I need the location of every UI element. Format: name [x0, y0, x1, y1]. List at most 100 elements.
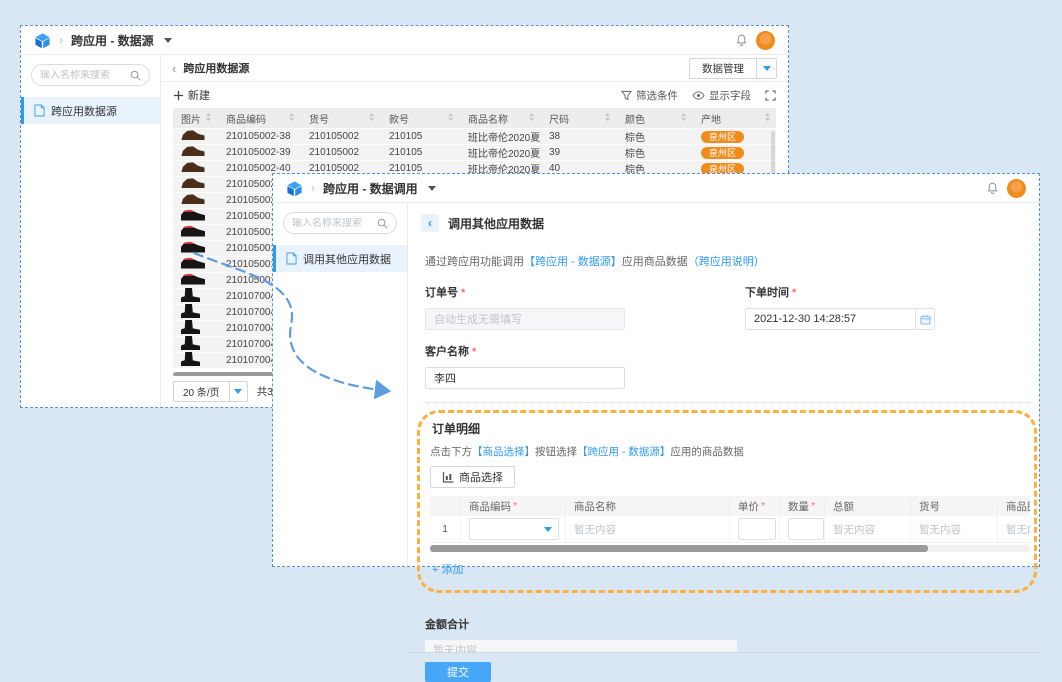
plus-icon [173, 90, 184, 101]
article-no-cell: 210105002 [301, 131, 381, 142]
article-no-cell: 210105002 [301, 147, 381, 158]
app-logo-icon [34, 32, 51, 49]
sort-icon[interactable] [368, 112, 375, 125]
table-row[interactable]: 210105002-39 210105002 210105 班比帝伦2020夏季… [173, 145, 776, 161]
app-logo-icon [286, 180, 303, 197]
required-asterisk: * [513, 500, 517, 512]
column-header[interactable]: 商品编码 [218, 111, 301, 126]
order-no-input: 自动生成无需填写 [425, 308, 625, 330]
order-time-input[interactable]: 2021-12-30 14:28:57 [745, 308, 916, 330]
detail-column-header: 商品名称* [566, 499, 730, 514]
origin-badge: 泉州区 [701, 131, 744, 143]
caret-down-icon [763, 66, 771, 71]
product-select-button[interactable]: 商品选择 [430, 466, 515, 488]
date-picker-button[interactable] [916, 308, 935, 330]
product-image-cell [173, 288, 218, 305]
title-dropdown-caret[interactable] [164, 38, 172, 43]
back-icon[interactable]: ‹ [172, 61, 176, 76]
notification-bell-icon[interactable] [986, 181, 999, 195]
shoe-image [181, 304, 200, 318]
unit-price-input[interactable] [738, 518, 776, 540]
table-row[interactable]: 210105002-38 210105002 210105 班比帝伦2020夏季… [173, 129, 776, 145]
order-time-field: 下单时间* 2021-12-30 14:28:57 [745, 284, 935, 330]
order-no-field: 订单号* 自动生成无需填写 [425, 284, 625, 330]
filter-button[interactable]: 筛选条件 [621, 88, 678, 103]
display-fields-button[interactable]: 显示字段 [692, 88, 751, 103]
cross-app-help-link[interactable]: （跨应用说明） [688, 256, 765, 268]
sidebar-item-call-data[interactable]: 调用其他应用数据 [273, 245, 407, 272]
page-header: ‹ 调用其他应用数据 [408, 203, 1039, 232]
product-code-select[interactable] [469, 518, 559, 540]
detail-horizontal-scrollbar[interactable] [430, 545, 1030, 552]
sort-icon[interactable] [288, 112, 295, 125]
fullscreen-button[interactable] [765, 90, 776, 101]
shoe-image [181, 210, 205, 221]
product-image-cell [173, 162, 218, 176]
sidebar: 跨应用数据源 [21, 55, 161, 407]
sidebar-search[interactable] [31, 64, 150, 86]
size-cell: 39 [541, 147, 617, 158]
detail-column-header: 数量* [780, 499, 825, 514]
shoe-image [181, 274, 205, 285]
quantity-input[interactable] [788, 518, 824, 540]
page-topbar: ‹ 跨应用数据源 数据管理 [161, 55, 788, 82]
user-avatar[interactable] [756, 31, 775, 50]
calendar-icon [920, 314, 931, 325]
sort-icon[interactable] [447, 112, 454, 125]
search-input[interactable] [292, 218, 373, 229]
sidebar-item-data-source[interactable]: 跨应用数据源 [21, 97, 160, 124]
document-icon [286, 252, 297, 265]
index-column-header [430, 496, 461, 516]
order-detail-hint: 点击下方【商品选择】按钮选择【跨应用 - 数据源】应用的商品数据 [428, 444, 1034, 459]
product-image-cell [173, 304, 218, 321]
scrollbar-thumb[interactable] [430, 545, 928, 552]
sort-icon[interactable] [604, 112, 611, 125]
sidebar-search[interactable] [283, 212, 397, 234]
content-cut-line [408, 652, 1039, 653]
required-asterisk: * [461, 287, 465, 299]
customer-name-input[interactable]: 李四 [425, 367, 625, 389]
sort-icon[interactable] [205, 112, 212, 125]
user-avatar[interactable] [1007, 179, 1026, 198]
product-image-cell [173, 130, 218, 144]
sort-icon[interactable] [528, 112, 535, 125]
column-header[interactable]: 图片 [173, 111, 218, 126]
data-manage-dropdown[interactable] [756, 59, 776, 78]
data-source-app-link[interactable]: 【跨应用 - 数据源】 [524, 256, 622, 268]
shoe-image [181, 258, 205, 269]
product-image-cell [173, 194, 218, 208]
column-header[interactable]: 商品名称 [460, 111, 541, 126]
detail-column-header: 总额* [825, 499, 911, 514]
notification-bell-icon[interactable] [735, 33, 748, 47]
page-size-select[interactable]: 20 条/页 [173, 381, 248, 402]
column-header[interactable]: 产地 [693, 111, 777, 126]
search-input[interactable] [40, 70, 126, 81]
add-row-link[interactable]: + 添加 [428, 561, 463, 577]
model-no-cell: 210105 [381, 131, 460, 142]
page-size-dropdown[interactable] [229, 382, 247, 401]
window-header: › 跨应用 - 数据调用 [273, 174, 1039, 203]
column-header[interactable]: 颜色 [617, 111, 693, 126]
page-description: 通过跨应用功能调用【跨应用 - 数据源】应用商品数据（跨应用说明） [425, 253, 1039, 269]
detail-table-header: 商品编码* 商品名称* 单价* [430, 496, 1030, 516]
title-dropdown-caret[interactable] [428, 186, 436, 191]
detail-table-viewport: 商品编码* 商品名称* 单价* [430, 496, 1030, 543]
sort-icon[interactable] [680, 112, 687, 125]
color-cell: 棕色 [617, 129, 693, 144]
submit-button[interactable]: 提交 [425, 662, 491, 682]
column-header[interactable]: 款号 [381, 111, 460, 126]
shoe-image [181, 194, 205, 205]
sort-icon[interactable] [764, 112, 771, 125]
column-header[interactable]: 尺码 [541, 111, 617, 126]
column-header[interactable]: 货号 [301, 111, 381, 126]
caret-down-icon [234, 389, 242, 394]
shoe-image [181, 130, 205, 141]
required-asterisk: * [472, 346, 476, 358]
eye-icon [692, 90, 705, 101]
data-manage-button[interactable]: 数据管理 [689, 58, 777, 79]
back-button[interactable]: ‹ [421, 214, 439, 232]
new-record-button[interactable]: 新建 [173, 87, 210, 103]
order-detail-highlight-box: 订单明细 点击下方【商品选择】按钮选择【跨应用 - 数据源】应用的商品数据 商品… [417, 410, 1037, 593]
product-image-cell [173, 146, 218, 160]
product-image-cell [173, 210, 218, 224]
